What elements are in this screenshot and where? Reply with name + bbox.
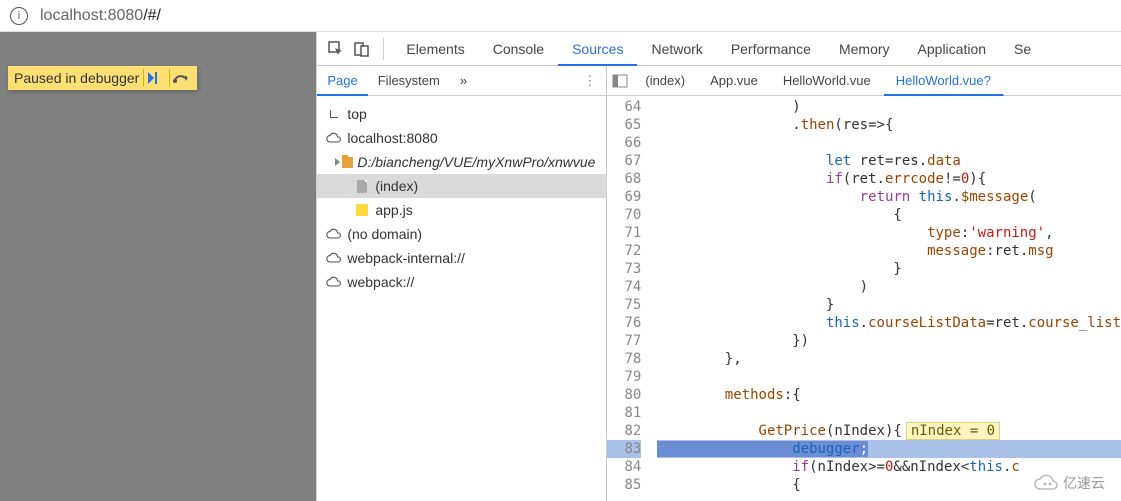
tree-item[interactable]: D:/biancheng/VUE/myXnwPro/xnwvue: [317, 150, 606, 174]
panel-tab-console[interactable]: Console: [479, 32, 558, 66]
code-line[interactable]: ): [657, 278, 1121, 296]
panel-tab-network[interactable]: Network: [637, 32, 716, 66]
tree-item-icon: [325, 252, 343, 264]
url-text: localhost:8080/#/: [40, 7, 161, 25]
code-line[interactable]: }): [657, 332, 1121, 350]
tree-item-icon: [353, 204, 371, 216]
editor-tab[interactable]: HelloWorld.vue: [771, 66, 884, 96]
tree-item[interactable]: (no domain): [317, 222, 606, 246]
panel-tab-se[interactable]: Se: [1000, 32, 1045, 66]
panel-tab-application[interactable]: Application: [904, 32, 1001, 66]
code-line[interactable]: message:ret.msg: [657, 242, 1121, 260]
code-line[interactable]: if(ret.errcode!=0){: [657, 170, 1121, 188]
cloud-icon: [1033, 474, 1059, 492]
tree-item[interactable]: top: [317, 102, 606, 126]
tree-item[interactable]: localhost:8080: [317, 126, 606, 150]
code-line[interactable]: return this.$message(: [657, 188, 1121, 206]
tree-item-icon: [325, 110, 343, 118]
tree-item-label: webpack-internal://: [347, 250, 465, 266]
navigator-tab-more[interactable]: »: [450, 66, 477, 96]
tree-item[interactable]: (index): [317, 174, 606, 198]
tree-item-icon: [335, 157, 353, 168]
tree-item[interactable]: webpack://: [317, 270, 606, 294]
panel-tab-elements[interactable]: Elements: [392, 32, 478, 66]
tree-item-icon: [325, 276, 343, 288]
tree-item[interactable]: webpack-internal://: [317, 246, 606, 270]
tree-item-icon: [325, 228, 343, 240]
resume-button[interactable]: [143, 69, 165, 87]
panel-tab-performance[interactable]: Performance: [717, 32, 825, 66]
step-over-button[interactable]: [169, 69, 191, 87]
page-viewport: Paused in debugger: [0, 32, 316, 501]
code-line[interactable]: }: [657, 260, 1121, 278]
code-line[interactable]: [657, 368, 1121, 386]
code-line[interactable]: let ret=res.data: [657, 152, 1121, 170]
navigator-tab-page[interactable]: Page: [317, 66, 367, 96]
code-line[interactable]: debugger;: [657, 440, 1121, 458]
devtools: ElementsConsoleSourcesNetworkPerformance…: [316, 32, 1121, 501]
code-line[interactable]: .then(res=>{: [657, 116, 1121, 134]
devtools-toolbar: ElementsConsoleSourcesNetworkPerformance…: [317, 32, 1121, 66]
tree-item-label: webpack://: [347, 274, 414, 290]
paused-label: Paused in debugger: [14, 70, 139, 86]
code-line[interactable]: [657, 134, 1121, 152]
code-line[interactable]: },: [657, 350, 1121, 368]
panel-tab-memory[interactable]: Memory: [825, 32, 904, 66]
tree-item-icon: [325, 132, 343, 144]
code-content[interactable]: ) .then(res=>{ let ret=res.data if(ret.e…: [647, 96, 1121, 501]
code-line[interactable]: ): [657, 98, 1121, 116]
code-line[interactable]: {: [657, 206, 1121, 224]
editor-tab[interactable]: HelloWorld.vue?: [884, 66, 1004, 96]
site-info-icon[interactable]: i: [10, 7, 28, 25]
code-line[interactable]: [657, 404, 1121, 422]
tree-item-label: D:/biancheng/VUE/myXnwPro/xnwvue: [357, 154, 595, 170]
navigator-kebab-icon[interactable]: ⋮: [573, 73, 606, 89]
inspect-element-icon[interactable]: [323, 36, 349, 62]
sources-navigator: Page Filesystem » ⋮ top localhost:8080 D:/…: [317, 66, 607, 501]
toggle-device-icon[interactable]: [349, 36, 375, 62]
source-editor: (index)App.vueHelloWorld.vueHelloWorld.v…: [607, 66, 1121, 501]
line-number-gutter[interactable]: 6465666768697071727374757677787980818283…: [607, 96, 647, 501]
code-line[interactable]: methods:{: [657, 386, 1121, 404]
toggle-navigator-icon[interactable]: [607, 74, 633, 88]
devtools-panel-tabs: ElementsConsoleSourcesNetworkPerformance…: [392, 32, 1045, 66]
tree-item[interactable]: app.js: [317, 198, 606, 222]
editor-tab[interactable]: (index): [633, 66, 698, 96]
tree-item-label: (index): [375, 178, 418, 194]
inline-value-hint: nIndex = 0: [906, 422, 1000, 440]
file-tree: top localhost:8080 D:/biancheng/VUE/myXnwP…: [317, 96, 606, 501]
code-line[interactable]: type:'warning',: [657, 224, 1121, 242]
address-bar[interactable]: i localhost:8080/#/: [0, 0, 1121, 32]
panel-tab-sources[interactable]: Sources: [558, 32, 637, 66]
tree-item-label: top: [347, 106, 366, 122]
tree-item-label: localhost:8080: [347, 130, 437, 146]
watermark: 亿速云: [1033, 473, 1105, 493]
watermark-text: 亿速云: [1063, 473, 1105, 493]
navigator-tab-filesystem[interactable]: Filesystem: [368, 66, 450, 96]
tree-item-label: app.js: [375, 202, 412, 218]
editor-tab[interactable]: App.vue: [698, 66, 771, 96]
code-line[interactable]: this.courseListData=ret.course_list: [657, 314, 1121, 332]
tree-item-label: (no domain): [347, 226, 422, 242]
paused-in-debugger-overlay: Paused in debugger: [8, 66, 197, 90]
code-line[interactable]: GetPrice(nIndex){nIndex = 0: [657, 422, 1121, 440]
tree-item-icon: [353, 180, 371, 193]
code-line[interactable]: }: [657, 296, 1121, 314]
